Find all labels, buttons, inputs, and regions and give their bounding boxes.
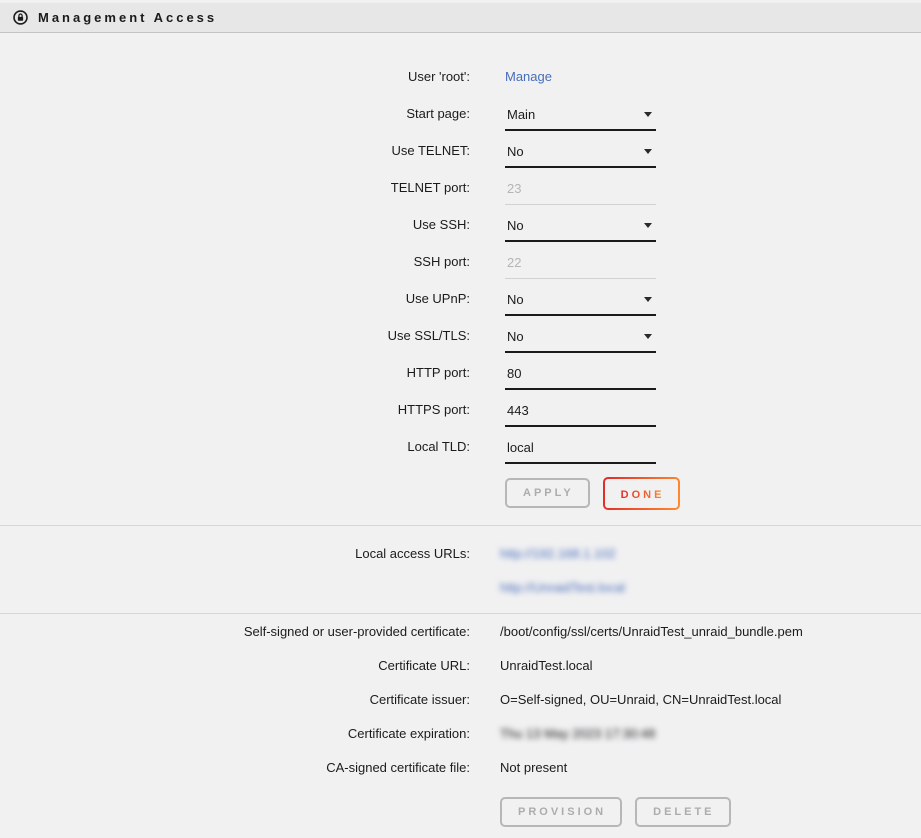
user-root-label: User 'root': [0,69,470,84]
self-signed-cert-value: /boot/config/ssl/certs/UnraidTest_unraid… [500,624,803,639]
use-telnet-label: Use TELNET: [0,143,470,158]
telnet-port-input [505,181,656,205]
lock-circle-icon [13,10,28,25]
row-certificate-url: Certificate URL: UnraidTest.local [0,648,921,682]
row-certificate-expiration: Certificate expiration: Thu 13 May 2023 … [0,716,921,750]
local-access-section: Local access URLs: http://192.168.1.102 … [0,526,921,613]
use-ssl-label: Use SSL/TLS: [0,328,470,343]
certificate-url-label: Certificate URL: [0,658,470,673]
row-user-root: User 'root': Manage [0,58,921,95]
http-port-label: HTTP port: [0,365,470,380]
start-page-select[interactable]: Main [505,107,656,131]
https-port-input[interactable] [505,403,656,427]
row-start-page: Start page: Main [0,95,921,132]
row-local-tld: Local TLD: [0,428,921,465]
form-button-row: APPLY DONE [0,471,921,515]
row-ca-signed-cert: CA-signed certificate file: Not present [0,750,921,784]
use-ssh-value: No [507,218,524,233]
row-local-access-url-2: http://UnraidTest.local [0,570,921,604]
row-use-ssh: Use SSH: No [0,206,921,243]
dropdown-arrow-icon [644,297,652,302]
done-button[interactable]: DONE [603,477,681,510]
local-access-url-link[interactable]: http://UnraidTest.local [500,580,625,595]
row-http-port: HTTP port: [0,354,921,391]
certificate-section: Self-signed or user-provided certificate… [0,614,921,838]
row-https-port: HTTPS port: [0,391,921,428]
certificate-issuer-value: O=Self-signed, OU=Unraid, CN=UnraidTest.… [500,692,781,707]
apply-button: APPLY [505,478,590,508]
start-page-value: Main [507,107,535,122]
certificate-expiration-label: Certificate expiration: [0,726,470,741]
use-telnet-value: No [507,144,524,159]
page-title: Management Access [38,10,217,25]
row-self-signed-cert: Self-signed or user-provided certificate… [0,614,921,648]
use-ssl-select[interactable]: No [505,329,656,353]
certificate-url-value: UnraidTest.local [500,658,593,673]
row-telnet-port: TELNET port: [0,169,921,206]
dropdown-arrow-icon [644,334,652,339]
self-signed-cert-label: Self-signed or user-provided certificate… [0,624,470,639]
ca-signed-cert-label: CA-signed certificate file: [0,760,470,775]
use-upnp-label: Use UPnP: [0,291,470,306]
use-ssl-value: No [507,329,524,344]
row-use-ssl: Use SSL/TLS: No [0,317,921,354]
ssh-port-input [505,255,656,279]
https-port-label: HTTPS port: [0,402,470,417]
provision-button: PROVISION [500,797,622,827]
done-button-label: DONE [621,489,665,501]
use-telnet-select[interactable]: No [505,144,656,168]
dropdown-arrow-icon [644,223,652,228]
http-port-input[interactable] [505,366,656,390]
dropdown-arrow-icon [644,149,652,154]
row-use-upnp: Use UPnP: No [0,280,921,317]
use-ssh-label: Use SSH: [0,217,470,232]
certificate-expiration-value: Thu 13 May 2023 17:30:48 [500,726,655,741]
ssh-port-label: SSH port: [0,254,470,269]
certificate-issuer-label: Certificate issuer: [0,692,470,707]
row-ssh-port: SSH port: [0,243,921,280]
row-local-access-url-1: Local access URLs: http://192.168.1.102 [0,536,921,570]
titlebar: Management Access [0,2,921,33]
local-tld-input[interactable] [505,440,656,464]
use-upnp-select[interactable]: No [505,292,656,316]
manage-link[interactable]: Manage [505,69,552,84]
ca-signed-cert-value: Not present [500,760,567,775]
use-upnp-value: No [507,292,524,307]
certificate-button-row: PROVISION DELETE [0,790,921,834]
row-certificate-issuer: Certificate issuer: O=Self-signed, OU=Un… [0,682,921,716]
dropdown-arrow-icon [644,112,652,117]
local-access-url-link[interactable]: http://192.168.1.102 [500,546,616,561]
telnet-port-label: TELNET port: [0,180,470,195]
local-access-label: Local access URLs: [0,546,470,561]
row-use-telnet: Use TELNET: No [0,132,921,169]
local-tld-label: Local TLD: [0,439,470,454]
management-access-form: User 'root': Manage Start page: Main Use… [0,33,921,525]
delete-button: DELETE [635,797,730,827]
use-ssh-select[interactable]: No [505,218,656,242]
start-page-label: Start page: [0,106,470,121]
